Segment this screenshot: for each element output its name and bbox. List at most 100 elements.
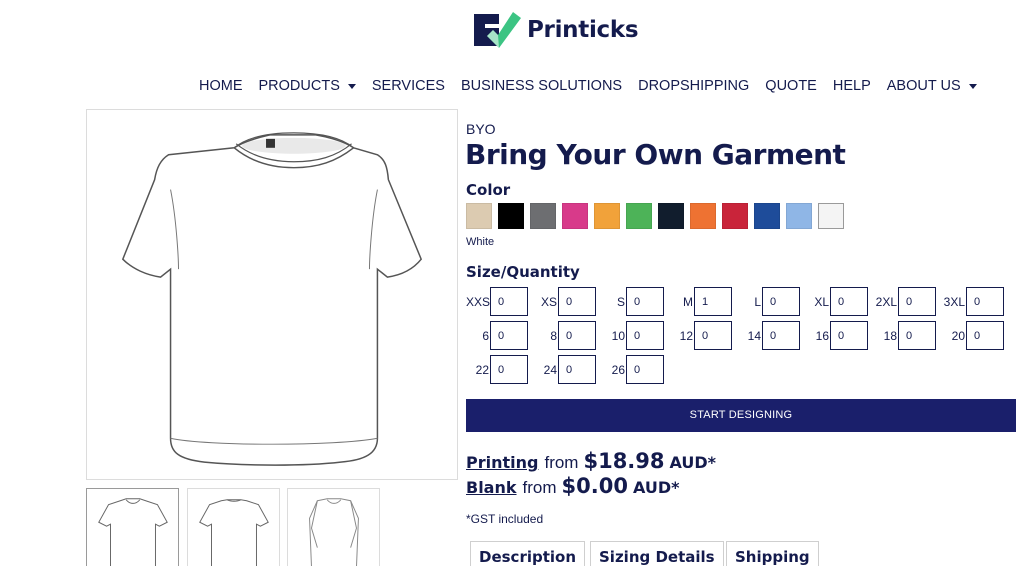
size-quantity-input[interactable] xyxy=(558,355,596,384)
size-quantity-input[interactable] xyxy=(490,287,528,316)
color-swatch[interactable] xyxy=(594,203,620,229)
printing-price-link[interactable]: Printing xyxy=(466,453,538,472)
size-label: 26 xyxy=(611,362,625,377)
color-swatch[interactable] xyxy=(722,203,748,229)
size-quantity-input[interactable] xyxy=(898,321,936,350)
nav-dropshipping-label: DROPSHIPPING xyxy=(638,78,750,94)
size-quantity-input[interactable] xyxy=(694,321,732,350)
size-label: 18 xyxy=(883,328,897,343)
size-label: 3XL xyxy=(943,294,965,309)
start-designing-button[interactable]: START DESIGNING xyxy=(466,399,1016,432)
thumbnail-folded[interactable] xyxy=(287,488,380,566)
blank-price-line: Blank from $0.00 AUD* xyxy=(466,474,679,498)
size-cell: 6 xyxy=(466,321,528,350)
blank-price-link[interactable]: Blank xyxy=(466,478,517,497)
nav-services[interactable]: SERVICES xyxy=(372,78,445,94)
color-section-label: Color xyxy=(466,181,511,199)
nav-business-solutions[interactable]: BUSINESS SOLUTIONS xyxy=(461,78,622,94)
tshirt-front-icon xyxy=(98,498,168,566)
size-quantity-input[interactable] xyxy=(898,287,936,316)
thumbnail-front[interactable] xyxy=(86,488,179,566)
tab-description[interactable]: Description xyxy=(470,541,586,566)
size-label: 12 xyxy=(679,328,693,343)
size-quantity-input[interactable] xyxy=(558,321,596,350)
color-swatches xyxy=(466,203,844,229)
thumbnail-back[interactable] xyxy=(187,488,280,566)
size-section-label: Size/Quantity xyxy=(466,263,580,281)
size-quantity-input[interactable] xyxy=(558,287,596,316)
size-label: 10 xyxy=(611,328,625,343)
tshirt-front-icon xyxy=(121,132,423,466)
color-swatch[interactable] xyxy=(626,203,652,229)
size-label: M xyxy=(683,294,693,309)
size-quantity-input[interactable] xyxy=(490,355,528,384)
product-brand: BYO xyxy=(466,121,496,137)
blank-from-text: from xyxy=(522,478,557,497)
size-cell: XXS xyxy=(466,287,528,316)
color-swatch[interactable] xyxy=(818,203,844,229)
nav-products[interactable]: PRODUCTS xyxy=(259,78,356,94)
site-logo[interactable]: Printicks xyxy=(473,8,639,52)
size-cell: 12 xyxy=(670,321,732,350)
size-label: 6 xyxy=(482,328,489,343)
nav-quote[interactable]: QUOTE xyxy=(765,78,817,94)
color-swatch[interactable] xyxy=(530,203,556,229)
color-swatch[interactable] xyxy=(498,203,524,229)
size-cell: 3XL xyxy=(942,287,1004,316)
color-swatch[interactable] xyxy=(690,203,716,229)
printicks-logo-icon xyxy=(474,12,521,48)
nav-home[interactable]: HOME xyxy=(199,78,243,94)
printing-from-text: from xyxy=(544,453,579,472)
tab-shipping[interactable]: Shipping xyxy=(726,541,819,566)
size-cell: L xyxy=(738,287,800,316)
blank-price-amount: $0.00 xyxy=(561,474,628,498)
size-cell: M xyxy=(670,287,732,316)
size-label: 14 xyxy=(747,328,761,343)
color-swatch[interactable] xyxy=(562,203,588,229)
size-quantity-input[interactable] xyxy=(626,287,664,316)
size-cell: 20 xyxy=(942,321,1004,350)
nav-about-us[interactable]: ABOUT US xyxy=(887,78,977,94)
color-swatch[interactable] xyxy=(754,203,780,229)
chevron-down-icon xyxy=(968,83,977,89)
size-label: 24 xyxy=(543,362,557,377)
nav-quote-label: QUOTE xyxy=(765,78,817,94)
size-quantity-input[interactable] xyxy=(966,287,1004,316)
logo-text: Printicks xyxy=(527,17,639,43)
size-label: 22 xyxy=(475,362,489,377)
main-nav: HOME PRODUCTS SERVICES BUSINESS SOLUTION… xyxy=(199,76,993,96)
size-quantity-input[interactable] xyxy=(762,287,800,316)
chevron-down-icon xyxy=(347,83,356,89)
size-cell: 26 xyxy=(602,355,664,384)
nav-help[interactable]: HELP xyxy=(833,78,871,94)
color-swatch[interactable] xyxy=(466,203,492,229)
printing-price-amount: $18.98 xyxy=(583,449,665,473)
size-quantity-input[interactable] xyxy=(490,321,528,350)
product-main-image[interactable] xyxy=(86,109,458,480)
color-swatch[interactable] xyxy=(786,203,812,229)
tshirt-folded-icon xyxy=(309,498,359,566)
nav-dropshipping[interactable]: DROPSHIPPING xyxy=(638,78,749,94)
size-cell: 14 xyxy=(738,321,800,350)
size-cell: S xyxy=(602,287,664,316)
size-quantity-input[interactable] xyxy=(830,321,868,350)
tshirt-back-icon xyxy=(199,499,269,566)
size-label: XS xyxy=(540,294,557,309)
size-label: 16 xyxy=(815,328,829,343)
size-cell: 22 xyxy=(466,355,528,384)
size-cell: XS xyxy=(534,287,596,316)
nav-help-label: HELP xyxy=(832,78,871,94)
size-cell: 24 xyxy=(534,355,596,384)
nav-business-solutions-label: BUSINESS SOLUTIONS xyxy=(460,78,623,94)
size-quantity-input[interactable] xyxy=(966,321,1004,350)
size-quantity-input[interactable] xyxy=(694,287,732,316)
size-quantity-input[interactable] xyxy=(626,355,664,384)
color-swatch[interactable] xyxy=(658,203,684,229)
tab-sizing-details[interactable]: Sizing Details xyxy=(590,541,724,566)
size-cell: 16 xyxy=(806,321,868,350)
size-quantity-input[interactable] xyxy=(626,321,664,350)
size-quantity-input[interactable] xyxy=(830,287,868,316)
size-quantity-input[interactable] xyxy=(762,321,800,350)
nav-products-label: PRODUCTS xyxy=(258,78,340,94)
size-cell: 2XL xyxy=(874,287,936,316)
